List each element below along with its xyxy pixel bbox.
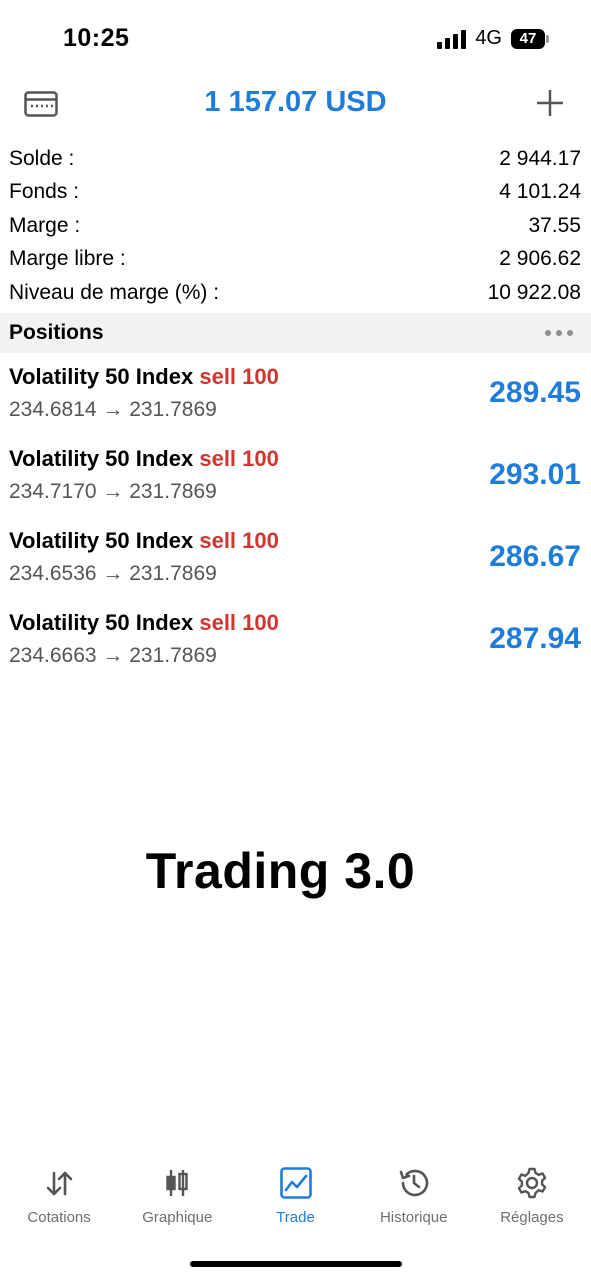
positions-section-header: Positions [0, 313, 591, 353]
position-side: sell 100 [199, 528, 279, 553]
account-summary: Solde : 2 944.17 Fonds : 4 101.24 Marge … [0, 142, 591, 310]
summary-row-balance: Solde : 2 944.17 [0, 142, 591, 176]
more-options-icon[interactable] [545, 330, 573, 336]
summary-row-equity: Fonds : 4 101.24 [0, 176, 591, 210]
summary-value: 10 922.08 [487, 280, 581, 304]
summary-value: 4 101.24 [499, 180, 581, 204]
tab-quotes[interactable]: Cotations [0, 1160, 118, 1235]
battery-icon: 47 [511, 28, 549, 49]
network-type: 4G [475, 27, 502, 49]
tab-label: Cotations [27, 1209, 91, 1226]
tab-trade[interactable]: Trade [236, 1160, 354, 1235]
summary-row-margin-level: Niveau de marge (%) : 10 922.08 [0, 276, 591, 310]
plus-icon[interactable] [535, 88, 565, 118]
position-row[interactable]: Volatility 50 Index sell 100 234.7170 → … [0, 442, 591, 524]
history-clock-icon [399, 1169, 428, 1197]
position-profit: 286.67 [489, 540, 581, 573]
header: 1 157.07 USD [0, 78, 591, 132]
position-side: sell 100 [199, 610, 279, 635]
summary-label: Fonds : [9, 180, 80, 204]
position-prices: 234.6663 → 231.7869 [9, 644, 217, 667]
tab-label: Graphique [142, 1209, 213, 1226]
status-bar: 10:25 4G 47 [0, 0, 591, 70]
status-time: 10:25 [63, 24, 130, 52]
tab-history[interactable]: Historique [355, 1160, 473, 1235]
overlay-caption: Trading 3.0 [145, 843, 416, 899]
position-prices: 234.7170 → 231.7869 [9, 480, 217, 503]
position-row[interactable]: Volatility 50 Index sell 100 234.6536 → … [0, 524, 591, 606]
balance-title: 1 157.07 USD [204, 86, 387, 118]
trade-chart-icon [279, 1167, 312, 1199]
tab-bar: Cotations Graphique Trade Historique Rég… [0, 1160, 591, 1235]
candlestick-icon [166, 1170, 188, 1196]
summary-value: 2 906.62 [499, 247, 581, 271]
position-row[interactable]: Volatility 50 Index sell 100 234.6814 → … [0, 360, 591, 442]
tab-label: Trade [276, 1209, 315, 1226]
summary-label: Solde : [9, 146, 75, 170]
summary-label: Niveau de marge (%) : [9, 280, 220, 304]
position-symbol: Volatility 50 Index [9, 446, 194, 471]
home-indicator[interactable] [190, 1261, 402, 1267]
summary-label: Marge : [9, 213, 81, 237]
position-profit: 287.94 [489, 622, 581, 655]
positions-title: Positions [9, 321, 104, 344]
position-profit: 293.01 [489, 458, 581, 491]
position-symbol: Volatility 50 Index [9, 610, 194, 635]
summary-value: 37.55 [528, 213, 581, 237]
position-symbol: Volatility 50 Index [9, 364, 194, 389]
position-prices: 234.6536 → 231.7869 [9, 562, 217, 585]
quotes-arrows-icon [46, 1171, 73, 1196]
position-side: sell 100 [199, 446, 279, 471]
summary-row-free-margin: Marge libre : 2 906.62 [0, 243, 591, 277]
position-side: sell 100 [199, 364, 279, 389]
tab-label: Réglages [500, 1209, 564, 1226]
positions-list: Volatility 50 Index sell 100 234.6814 → … [0, 360, 591, 688]
cellular-signal-icon [437, 29, 467, 49]
position-symbol: Volatility 50 Index [9, 528, 194, 553]
tab-label: Historique [379, 1209, 448, 1226]
battery-level: 47 [511, 28, 545, 49]
tab-settings[interactable]: Réglages [473, 1160, 591, 1235]
status-indicators: 4G 47 [437, 27, 549, 50]
summary-row-margin: Marge : 37.55 [0, 209, 591, 243]
position-prices: 234.6814 → 231.7869 [9, 398, 217, 421]
position-profit: 289.45 [489, 376, 581, 409]
settings-gear-icon [517, 1167, 547, 1199]
summary-value: 2 944.17 [499, 146, 581, 170]
position-row[interactable]: Volatility 50 Index sell 100 234.6663 → … [0, 606, 591, 688]
summary-label: Marge libre : [9, 247, 126, 271]
tab-chart[interactable]: Graphique [118, 1160, 236, 1235]
